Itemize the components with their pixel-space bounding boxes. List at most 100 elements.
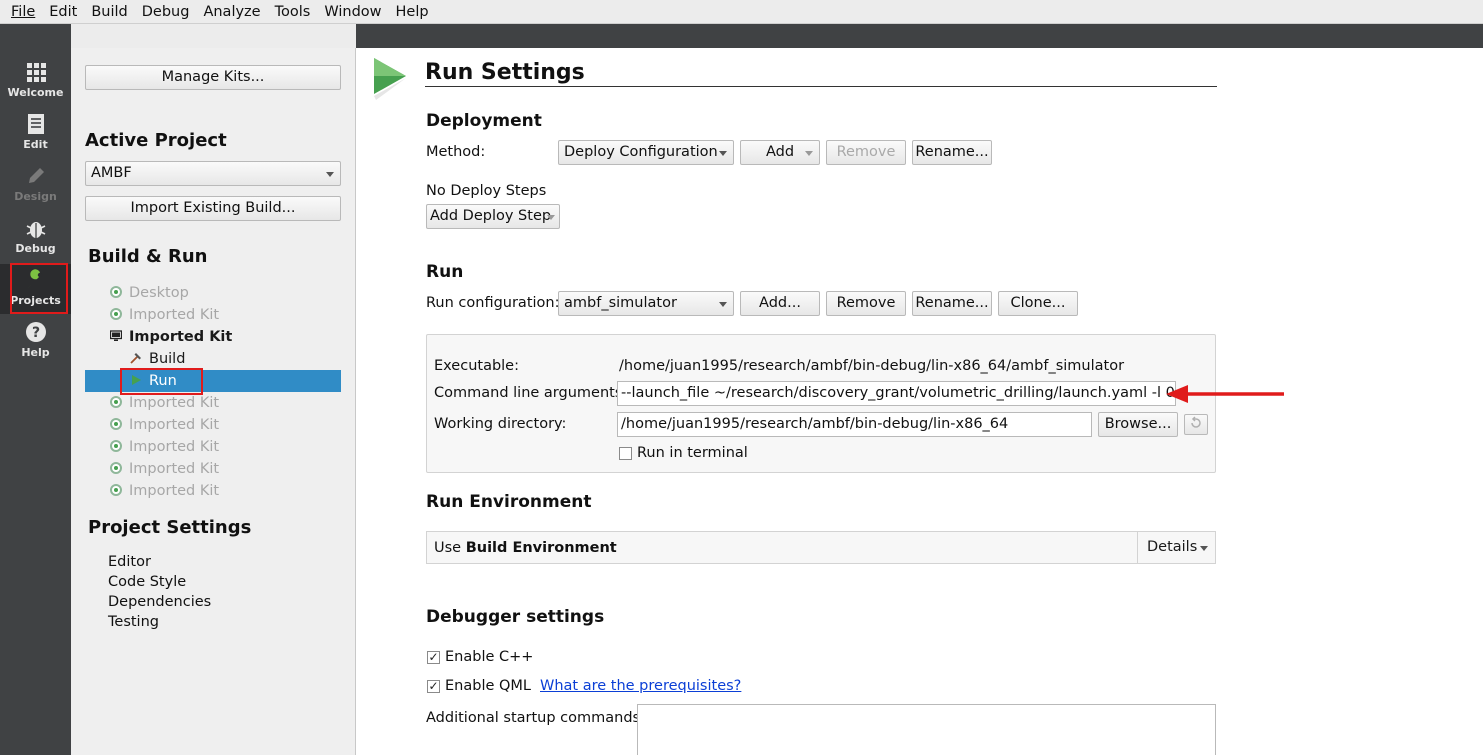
- active-project-select[interactable]: AMBF: [85, 161, 341, 186]
- kit-icon: [110, 440, 122, 452]
- deploy-rename-button[interactable]: Rename...: [912, 140, 992, 165]
- run-add-button[interactable]: Add...: [740, 291, 820, 316]
- build-run-heading: Build & Run: [88, 246, 208, 267]
- settings-item-dependencies[interactable]: Dependencies: [108, 594, 211, 610]
- import-existing-build-button[interactable]: Import Existing Build...: [85, 196, 341, 221]
- mode-edit[interactable]: Edit: [0, 108, 71, 158]
- chevron-down-icon: [719, 302, 727, 307]
- run-in-terminal-checkbox[interactable]: [619, 447, 632, 460]
- deploy-remove-button[interactable]: Remove: [826, 140, 906, 165]
- tree-item-imported-kit-active[interactable]: Imported Kit: [110, 326, 232, 348]
- menu-analyze[interactable]: Analyze: [196, 0, 267, 24]
- run-environment-heading: Run Environment: [426, 492, 592, 512]
- menu-tools[interactable]: Tools: [268, 0, 318, 24]
- deploy-method-value: Deploy Configuration: [564, 144, 718, 160]
- help-icon: ?: [25, 322, 46, 342]
- deployment-heading: Deployment: [426, 111, 542, 131]
- menu-help[interactable]: Help: [389, 0, 436, 24]
- kit-icon: [110, 418, 122, 430]
- run-environment-bar: Use Build Environment Details: [426, 531, 1216, 564]
- run-remove-button[interactable]: Remove: [826, 291, 906, 316]
- run-triangle-icon: [374, 58, 406, 100]
- settings-item-code-style[interactable]: Code Style: [108, 574, 186, 590]
- undo-icon: [1191, 416, 1201, 428]
- active-project-heading: Active Project: [85, 130, 227, 151]
- kit-icon: [110, 484, 122, 496]
- chevron-down-icon: [719, 151, 727, 156]
- run-configuration-select[interactable]: ambf_simulator: [558, 291, 734, 316]
- mode-label: Debug: [15, 242, 56, 255]
- command-line-arguments-input[interactable]: --launch_file ~/research/discovery_grant…: [617, 381, 1176, 406]
- svg-text:?: ?: [31, 325, 39, 341]
- deploy-add-label: Add: [765, 144, 795, 160]
- reset-working-directory-button[interactable]: [1184, 414, 1208, 435]
- enable-cpp-label[interactable]: Enable C++: [445, 649, 533, 665]
- mode-label: Edit: [23, 138, 48, 151]
- tree-item-imported-kit[interactable]: Imported Kit: [110, 436, 219, 458]
- run-configuration-value: ambf_simulator: [564, 295, 677, 311]
- menu-file[interactable]: File: [4, 0, 42, 24]
- active-project-value: AMBF: [91, 165, 132, 181]
- browse-button[interactable]: Browse...: [1098, 412, 1178, 437]
- mode-design[interactable]: Design: [0, 160, 71, 210]
- debugger-settings-heading: Debugger settings: [426, 607, 605, 627]
- settings-item-testing[interactable]: Testing: [108, 614, 159, 630]
- menu-window[interactable]: Window: [317, 0, 388, 24]
- additional-startup-commands-label: Additional startup commands:: [426, 710, 645, 726]
- mode-help[interactable]: ? Help: [0, 316, 71, 366]
- details-button[interactable]: Details: [1137, 532, 1216, 563]
- add-deploy-step-label: Add Deploy Step: [430, 208, 552, 224]
- working-directory-input[interactable]: /home/juan1995/research/ambf/bin-debug/l…: [617, 412, 1092, 437]
- kit-icon: [110, 308, 122, 320]
- deploy-add-button[interactable]: Add: [740, 140, 820, 165]
- enable-qml-label[interactable]: Enable QML: [445, 678, 531, 694]
- run-configuration-group: Executable: /home/juan1995/research/ambf…: [426, 334, 1216, 473]
- tree-item-build[interactable]: Build: [130, 348, 185, 370]
- tree-item-imported-kit[interactable]: Imported Kit: [110, 480, 219, 502]
- hammer-icon: [130, 353, 141, 364]
- executable-label: Executable:: [434, 358, 519, 374]
- tree-item-imported-kit[interactable]: Imported Kit: [110, 414, 219, 436]
- chevron-down-icon: [805, 151, 813, 156]
- nav-header-strip: [71, 24, 356, 48]
- prerequisites-link[interactable]: What are the prerequisites?: [540, 678, 741, 694]
- project-settings-heading: Project Settings: [88, 517, 252, 538]
- mode-projects[interactable]: Projects: [0, 263, 71, 314]
- chevron-down-icon: [1200, 546, 1208, 551]
- chevron-down-icon: [326, 172, 334, 177]
- run-clone-button[interactable]: Clone...: [998, 291, 1078, 316]
- tree-item-imported-kit[interactable]: Imported Kit: [110, 304, 219, 326]
- mode-label: Welcome: [7, 86, 64, 99]
- page-title: Run Settings: [425, 60, 585, 85]
- monitor-icon: [110, 330, 122, 341]
- menu-debug[interactable]: Debug: [135, 0, 197, 24]
- menu-edit[interactable]: Edit: [42, 0, 84, 24]
- run-rename-button[interactable]: Rename...: [912, 291, 992, 316]
- tree-item-desktop[interactable]: Desktop: [110, 282, 189, 304]
- bug-icon: [26, 222, 45, 238]
- menu-bar: File Edit Build Debug Analyze Tools Wind…: [0, 0, 1483, 24]
- enable-cpp-checkbox[interactable]: ✓: [427, 651, 440, 664]
- manage-kits-button[interactable]: Manage Kits...: [85, 65, 341, 90]
- mode-label: Help: [21, 346, 50, 359]
- title-divider: [425, 86, 1217, 87]
- additional-startup-commands-input[interactable]: [637, 704, 1216, 755]
- menu-build[interactable]: Build: [84, 0, 134, 24]
- annotation-arrow: [1166, 385, 1284, 403]
- enable-qml-checkbox[interactable]: ✓: [427, 680, 440, 693]
- mode-welcome[interactable]: Welcome: [0, 56, 71, 106]
- kit-icon: [110, 286, 122, 298]
- deploy-method-select[interactable]: Deploy Configuration: [558, 140, 734, 165]
- kit-icon: [110, 396, 122, 408]
- tree-item-imported-kit[interactable]: Imported Kit: [110, 458, 219, 480]
- document-icon: [27, 114, 44, 134]
- run-in-terminal-label[interactable]: Run in terminal: [637, 445, 748, 461]
- top-strip: [0, 24, 1483, 48]
- add-deploy-step-button[interactable]: Add Deploy Step: [426, 204, 560, 229]
- kit-icon: [110, 462, 122, 474]
- mode-debug[interactable]: Debug: [0, 212, 71, 262]
- grid-icon: [26, 63, 46, 82]
- run-configuration-label: Run configuration:: [426, 295, 560, 311]
- settings-item-editor[interactable]: Editor: [108, 554, 151, 570]
- tree-item-imported-kit[interactable]: Imported Kit: [110, 392, 219, 414]
